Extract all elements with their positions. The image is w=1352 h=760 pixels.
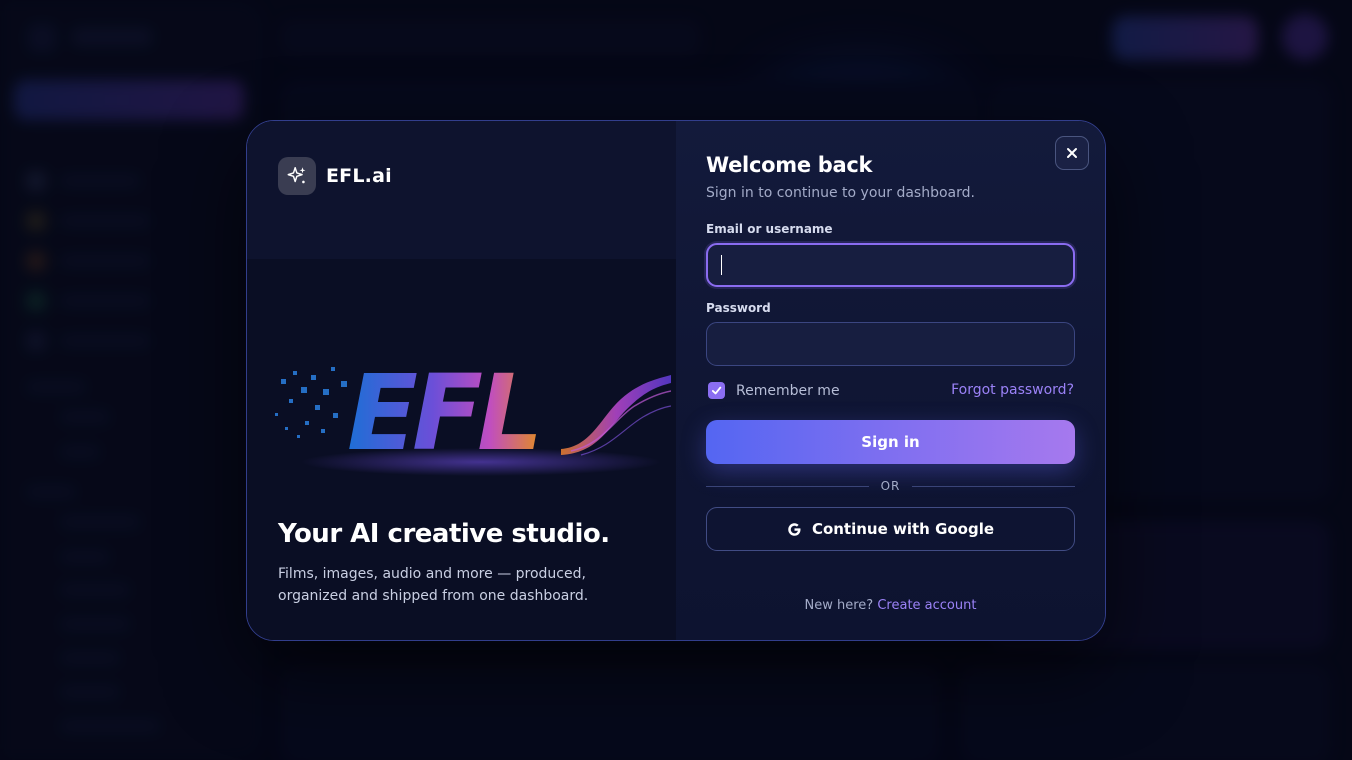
sign-in-button[interactable]: Sign in	[706, 420, 1075, 464]
password-field[interactable]	[706, 322, 1075, 366]
brand: EFL.ai	[278, 157, 392, 195]
create-account-link[interactable]: Create account	[877, 598, 976, 613]
login-title: Welcome back	[706, 153, 873, 177]
tagline-title: Your AI creative studio.	[278, 519, 610, 549]
or-divider: OR	[706, 479, 1075, 495]
remember-label: Remember me	[736, 382, 840, 399]
remember-me[interactable]: Remember me	[708, 382, 840, 399]
signup-prompt: New here? Create account	[676, 598, 1105, 613]
password-label: Password	[706, 301, 771, 315]
google-sign-in-button[interactable]: Continue with Google	[706, 507, 1075, 551]
login-subtitle: Sign in to continue to your dashboard.	[706, 185, 975, 201]
brand-name: EFL.ai	[326, 165, 392, 187]
login-form-panel: Welcome back Sign in to continue to your…	[676, 121, 1105, 640]
email-label: Email or username	[706, 222, 833, 236]
divider-label: OR	[880, 479, 901, 493]
sparkle-icon	[278, 157, 316, 195]
modal-brand-panel: EFL.ai EFL Your AI creative studio. Film…	[247, 121, 677, 640]
hero-art-text: EFL	[347, 352, 537, 474]
google-button-label: Continue with Google	[811, 520, 995, 538]
forgot-password-link[interactable]: Forgot password?	[951, 382, 1074, 398]
efl-hero-artwork: EFL	[275, 352, 671, 476]
close-icon	[1067, 148, 1077, 158]
email-field[interactable]	[706, 243, 1075, 287]
close-button[interactable]	[1055, 136, 1089, 170]
login-modal: EFL.ai EFL Your AI creative studio. Film…	[246, 120, 1106, 641]
google-icon	[788, 522, 801, 536]
signup-question: New here?	[804, 598, 874, 613]
text-cursor	[721, 255, 722, 275]
tagline-body: Films, images, audio and more — produced…	[278, 566, 589, 604]
remember-checkbox[interactable]	[708, 382, 725, 399]
checkmark-icon	[711, 386, 722, 395]
